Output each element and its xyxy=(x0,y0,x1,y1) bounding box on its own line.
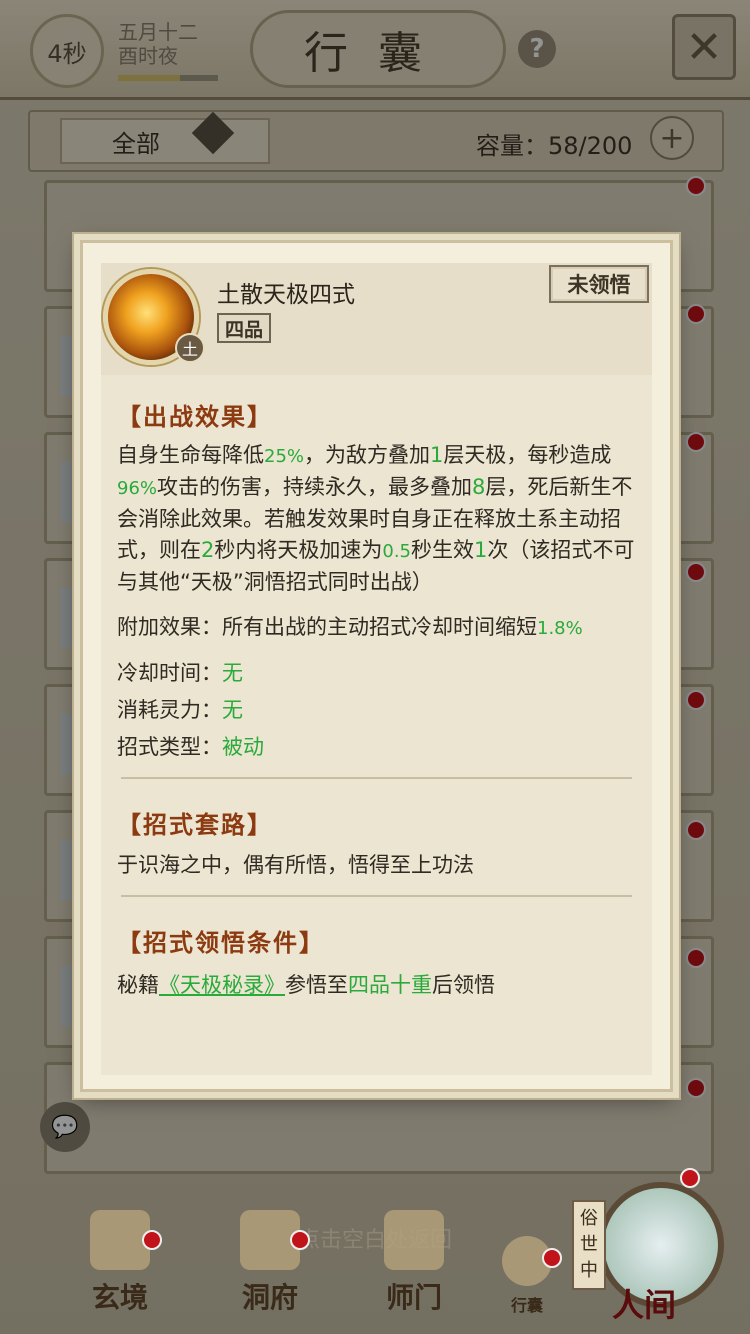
nav-xuanjing[interactable]: 玄境 xyxy=(90,1210,150,1316)
cooldown-value: 无 xyxy=(222,661,243,685)
skill-details: 【出战效果】 自身生命每降低25%，为敌方叠加1层天极，每秒造成96%攻击的伤害… xyxy=(101,375,652,1075)
effect-value: 96% xyxy=(117,478,158,499)
effect-text: 自身生命每降低 xyxy=(117,443,264,467)
world-status: 俗世中 xyxy=(572,1200,606,1290)
skill-detail-modal: 土 土散天极四式 四品 未领悟 【出战效果】 自身生命每降低25%，为敌方叠加1… xyxy=(80,240,673,1092)
condition-level: 四品十重 xyxy=(348,973,432,997)
routine-title: 【招式套路】 xyxy=(117,810,273,839)
routine-text: 于识海之中，偶有所悟，悟得至上功法 xyxy=(117,853,474,877)
condition-title: 【招式领悟条件】 xyxy=(117,928,325,957)
type-row: 招式类型：被动 xyxy=(117,732,636,763)
nav-shimen-label: 师门 xyxy=(385,1281,442,1314)
effect-value: 2 xyxy=(201,538,215,562)
effect-description: 自身生命每降低25%，为敌方叠加1层天极，每秒造成96%攻击的伤害，持续永久，最… xyxy=(117,440,636,598)
condition-prefix: 秘籍 xyxy=(117,973,159,997)
condition-mid: 参悟至 xyxy=(285,973,348,997)
notification-dot xyxy=(290,1230,310,1250)
cost-row: 消耗灵力：无 xyxy=(117,695,636,726)
world-switch[interactable]: 俗世中 人间 xyxy=(572,1168,732,1330)
nav-dongfu[interactable]: 洞府 xyxy=(240,1210,300,1316)
gate-icon xyxy=(384,1210,444,1270)
skill-name: 土散天极四式 xyxy=(217,282,355,308)
effect-text: 层天极，每秒造成 xyxy=(443,443,612,467)
effect-value: 1 xyxy=(474,538,488,562)
divider xyxy=(121,777,632,779)
grade-tag: 四品 xyxy=(217,313,272,343)
world-name: 人间 xyxy=(612,1286,677,1324)
scroll-icon xyxy=(90,1210,150,1270)
manual-link[interactable]: 《天极秘录》 xyxy=(159,973,285,997)
divider xyxy=(121,895,632,897)
effect-value: 1 xyxy=(430,443,444,467)
cooldown-row: 冷却时间：无 xyxy=(117,658,636,689)
notification-dot xyxy=(142,1230,162,1250)
cost-value: 无 xyxy=(222,698,243,722)
modal-body: 土 土散天极四式 四品 未领悟 【出战效果】 自身生命每降低25%，为敌方叠加1… xyxy=(101,263,652,1075)
notification-dot xyxy=(680,1168,700,1188)
cost-label: 消耗灵力： xyxy=(117,698,222,722)
nav-xingnang-label: 行囊 xyxy=(510,1296,543,1315)
nav-shimen[interactable]: 师门 xyxy=(384,1210,444,1316)
notification-dot xyxy=(542,1248,562,1268)
extra-effect-value: 1.8% xyxy=(537,618,583,639)
effect-text: ，为敌方叠加 xyxy=(304,443,431,467)
nav-xingnang[interactable]: 行囊 xyxy=(502,1236,552,1316)
status-tag: 未领悟 xyxy=(549,265,649,303)
nav-xuanjing-label: 玄境 xyxy=(91,1281,148,1314)
condition-text: 秘籍《天极秘录》参悟至四品十重后领悟 xyxy=(117,970,636,1001)
effect-text: 秒内将天极加速为 xyxy=(214,538,383,562)
effect-value: 25% xyxy=(264,446,305,467)
type-value: 被动 xyxy=(222,735,264,759)
nav-dongfu-label: 洞府 xyxy=(241,1281,298,1314)
type-label: 招式类型： xyxy=(117,735,222,759)
element-badge: 土 xyxy=(175,333,205,363)
effect-text: 攻击的伤害，持续永久，最多叠加 xyxy=(157,475,473,499)
condition-suffix: 后领悟 xyxy=(432,973,495,997)
effect-value: 8 xyxy=(472,475,486,499)
effect-value: 0.5 xyxy=(382,541,412,562)
cooldown-label: 冷却时间： xyxy=(117,661,222,685)
extra-effect: 附加效果：所有出战的主动招式冷却时间缩短1.8% xyxy=(117,612,636,644)
effect-title: 【出战效果】 xyxy=(117,402,273,431)
effect-text: 秒生效 xyxy=(411,538,475,562)
extra-effect-label: 附加效果：所有出战的主动招式冷却时间缩短 xyxy=(117,615,537,639)
